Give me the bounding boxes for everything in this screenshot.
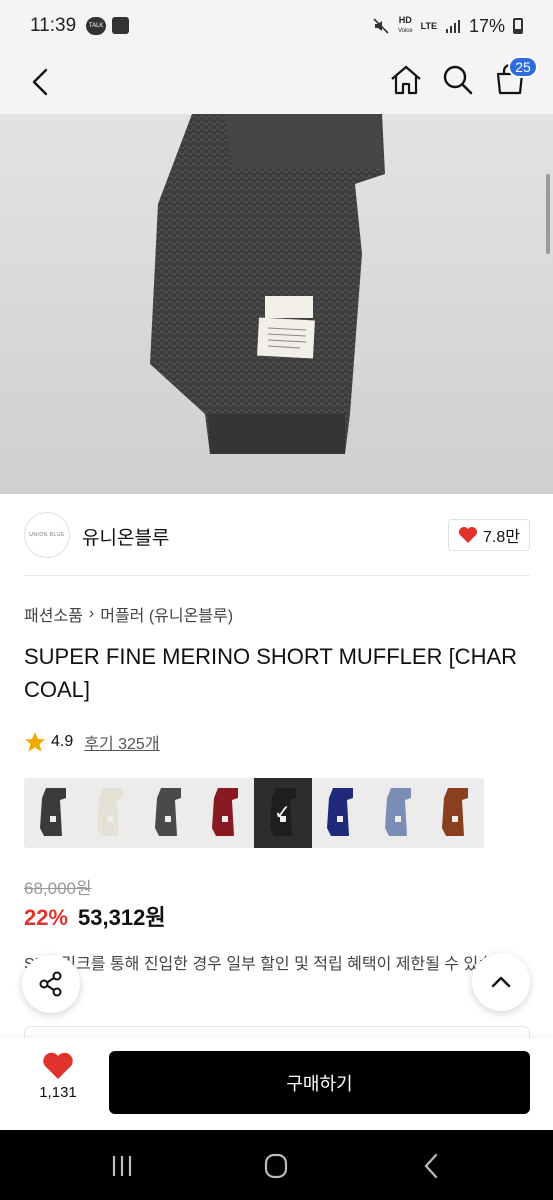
scarf-thumbnail — [442, 788, 469, 836]
color-swatch[interactable] — [82, 778, 140, 848]
discount-rate: 22% — [24, 905, 69, 930]
battery-percent: 17% — [468, 15, 505, 36]
review-link[interactable]: 후기 325개 — [84, 730, 159, 754]
color-swatch[interactable] — [139, 778, 197, 848]
color-swatch[interactable] — [312, 778, 370, 848]
cart-count-badge: 25 — [508, 56, 538, 78]
recent-apps-icon[interactable] — [104, 1152, 140, 1180]
breadcrumb-category[interactable]: 패션소품 — [24, 602, 83, 626]
star-icon — [25, 732, 45, 752]
top-nav: 25 — [0, 52, 553, 114]
brand-like-button[interactable]: 7.8만 — [448, 519, 530, 551]
brand-logo[interactable]: UNION BLUE — [24, 512, 70, 558]
product-image[interactable] — [0, 114, 553, 494]
back-arrow-icon[interactable] — [24, 64, 60, 100]
chevron-up-icon — [491, 976, 511, 988]
share-icon — [39, 971, 62, 997]
divider — [24, 575, 530, 576]
brand-like-count: 7.8만 — [483, 529, 520, 546]
sale-price: 53,312원 — [78, 905, 166, 930]
search-icon[interactable] — [440, 62, 476, 98]
scarf-thumbnail — [154, 788, 181, 836]
status-right: HD Voice LTE 17% — [372, 16, 523, 37]
brand-row[interactable]: UNION BLUE 유니온블루 7.8만 — [24, 510, 530, 562]
buy-button[interactable]: 구매하기 — [109, 1051, 530, 1114]
color-swatches: ✓ — [24, 778, 484, 848]
breadcrumb-subcategory[interactable]: 머플러 (유니온블루) — [100, 602, 233, 626]
color-swatch[interactable] — [427, 778, 485, 848]
share-button[interactable] — [22, 955, 80, 1013]
color-swatch[interactable] — [24, 778, 82, 848]
color-swatch[interactable] — [197, 778, 255, 848]
scarf-thumbnail — [39, 788, 66, 836]
system-back-icon[interactable] — [414, 1152, 450, 1180]
kakaotalk-icon: TALK — [86, 17, 107, 35]
wishlist-count: 1,131 — [39, 1084, 77, 1101]
heart-icon — [43, 1052, 73, 1079]
label-tag — [265, 296, 313, 318]
color-swatch[interactable] — [369, 778, 427, 848]
color-swatch[interactable]: ✓ — [254, 778, 312, 848]
battery-icon — [513, 18, 523, 34]
notice-text: SNS 링크를 통해 진입한 경우 일부 할인 및 적립 혜택이 제한될 수 있… — [24, 956, 493, 999]
wishlist-button[interactable]: 1,131 — [28, 1052, 88, 1116]
scarf-thumbnail — [212, 788, 239, 836]
gallery-icon — [112, 17, 130, 34]
notification-icons: TALK — [86, 17, 130, 35]
mute-icon — [373, 18, 389, 34]
product-title: SUPER FINE MERINO SHORT MUFFLER [CHARCOA… — [24, 644, 518, 702]
price-row: 22% 53,312원 — [24, 900, 166, 932]
lte-icon: LTE — [420, 20, 437, 31]
hd-voice-icon: HD Voice — [397, 15, 413, 35]
status-bar: 11:39 TALK HD Voice LTE 17% — [0, 0, 553, 52]
scrollbar[interactable] — [546, 174, 550, 254]
scarf-image — [150, 114, 385, 454]
breadcrumb: 패션소품 › 머플러 (유니온블루) — [24, 602, 233, 626]
check-icon: ✓ — [274, 802, 291, 824]
heart-icon — [459, 527, 478, 543]
coupon-box — [24, 1026, 530, 1038]
signal-icon — [445, 20, 460, 33]
brand-name[interactable]: 유니온블루 — [82, 523, 169, 550]
breadcrumb-separator-icon: › — [88, 605, 95, 622]
scarf-thumbnail — [327, 788, 354, 836]
scarf-thumbnail — [97, 788, 124, 836]
rating-row: 4.9 후기 325개 — [24, 730, 160, 754]
system-nav-bar — [0, 1130, 553, 1200]
system-home-icon[interactable] — [258, 1152, 294, 1180]
bottom-bar: 1,131 구매하기 — [0, 1038, 553, 1130]
rating-value: 4.9 — [51, 733, 74, 750]
home-icon[interactable] — [388, 62, 424, 98]
scarf-thumbnail — [384, 788, 411, 836]
original-price: 68,000원 — [24, 879, 92, 898]
scroll-top-button[interactable] — [472, 953, 530, 1011]
status-time: 11:39 — [30, 15, 77, 36]
